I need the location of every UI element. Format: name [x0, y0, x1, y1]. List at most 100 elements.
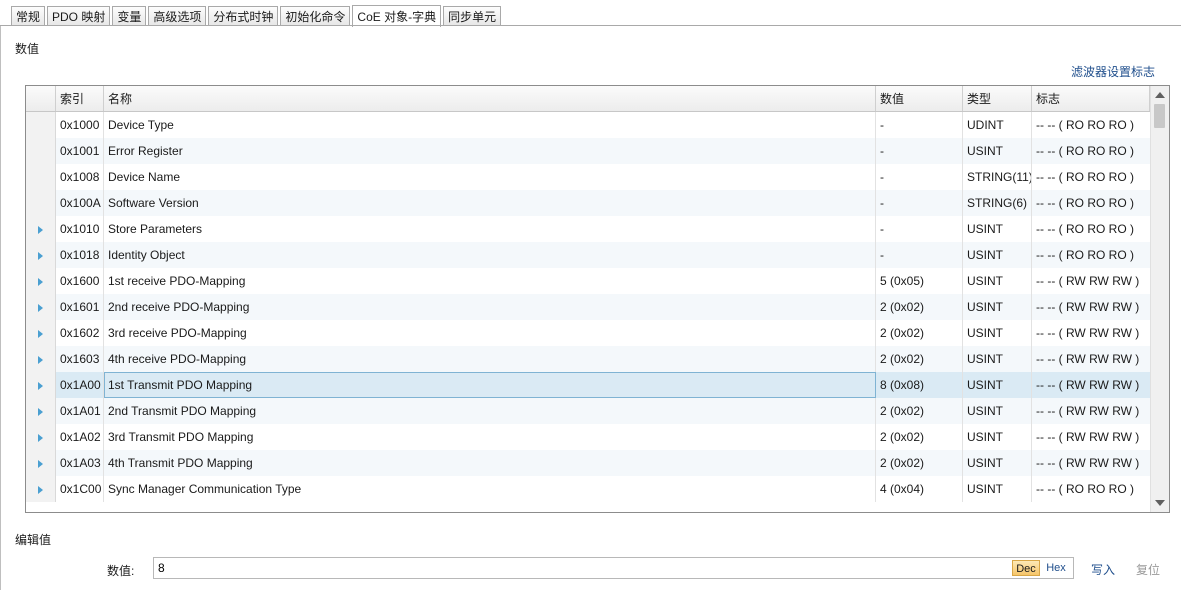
cell-index: 0x1008: [56, 164, 104, 190]
hex-toggle-button[interactable]: Hex: [1042, 560, 1070, 576]
cell-index: 0x1601: [56, 294, 104, 320]
grid-body: 索引 名称 数值 类型 标志 0x1000 Device Type - UDINT --…: [26, 86, 1150, 512]
cell-index: 0x1018: [56, 242, 104, 268]
cell-type: USINT: [963, 320, 1032, 346]
header-value[interactable]: 数值: [876, 86, 963, 111]
expand-arrow-icon[interactable]: [38, 277, 43, 286]
scroll-up-icon[interactable]: [1155, 92, 1165, 98]
cell-index: 0x1000: [56, 112, 104, 138]
expand-arrow-icon[interactable]: [38, 433, 43, 442]
cell-value: 2 (0x02): [876, 450, 963, 476]
table-row[interactable]: 0x1008 Device Name - STRING(11) -- -- ( RO R…: [26, 164, 1150, 190]
table-row[interactable]: 0x1A00 1st Transmit PDO Mapping 8 (0x08) US…: [26, 372, 1150, 398]
table-row[interactable]: 0x1001 Error Register - USINT -- -- ( RO RO …: [26, 138, 1150, 164]
table-row[interactable]: 0x1600 1st receive PDO-Mapping 5 (0x05) USI…: [26, 268, 1150, 294]
table-row[interactable]: 0x1602 3rd receive PDO-Mapping 2 (0x02) USI…: [26, 320, 1150, 346]
row-expander[interactable]: [26, 450, 56, 476]
header-index[interactable]: 索引: [56, 86, 104, 111]
tab-init-commands[interactable]: 初始化命令: [280, 6, 351, 26]
grid-header: 索引 名称 数值 类型 标志: [26, 86, 1150, 112]
header-flags[interactable]: 标志: [1032, 86, 1150, 111]
cell-name: Sync Manager Communication Type: [104, 476, 876, 502]
cell-index: 0x1602: [56, 320, 104, 346]
table-row[interactable]: 0x1A03 4th Transmit PDO Mapping 2 (0x02) US…: [26, 450, 1150, 476]
row-expander[interactable]: [26, 216, 56, 242]
tab-coe-object-dictionary[interactable]: CoE 对象-字典: [352, 5, 442, 27]
cell-type: STRING(11): [963, 164, 1032, 190]
expand-arrow-icon[interactable]: [38, 225, 43, 234]
reset-button[interactable]: 复位: [1136, 561, 1160, 578]
cell-flags: -- -- ( RO RO RO ): [1036, 482, 1134, 496]
row-expander[interactable]: [26, 346, 56, 372]
cell-value: 4 (0x04): [876, 476, 963, 502]
cell-name: Store Parameters: [104, 216, 876, 242]
expand-arrow-icon[interactable]: [38, 251, 43, 260]
edit-section-title: 编辑值: [15, 533, 52, 547]
filter-settings-link[interactable]: 滤波器设置标志: [1071, 63, 1155, 80]
header-name[interactable]: 名称: [104, 86, 876, 111]
cell-name: Error Register: [104, 138, 876, 164]
cell-name: Device Type: [104, 112, 876, 138]
cell-name: Device Name: [104, 164, 876, 190]
cell-type: UDINT: [963, 112, 1032, 138]
expand-arrow-icon[interactable]: [38, 459, 43, 468]
vertical-scrollbar[interactable]: [1150, 86, 1169, 512]
cell-name: Identity Object: [104, 242, 876, 268]
cell-type: USINT: [963, 450, 1032, 476]
row-expander[interactable]: [26, 320, 56, 346]
cell-flags: -- -- ( RO RO RO ): [1036, 248, 1134, 262]
cell-value: 2 (0x02): [876, 398, 963, 424]
row-expander: [26, 138, 56, 164]
cell-name: Software Version: [104, 190, 876, 216]
dec-toggle-button[interactable]: Dec: [1012, 560, 1040, 576]
tab-advanced[interactable]: 高级选项: [148, 6, 207, 26]
cell-flags: -- -- ( RO RO RO ): [1036, 196, 1134, 210]
row-expander[interactable]: [26, 398, 56, 424]
table-row[interactable]: 0x1A01 2nd Transmit PDO Mapping 2 (0x02) US…: [26, 398, 1150, 424]
table-row[interactable]: 0x1010 Store Parameters - USINT -- -- ( RO R…: [26, 216, 1150, 242]
scroll-thumb[interactable]: [1154, 104, 1165, 128]
tab-sync-units[interactable]: 同步单元: [443, 6, 502, 26]
cell-name: 1st Transmit PDO Mapping: [104, 372, 876, 398]
expand-arrow-icon[interactable]: [38, 303, 43, 312]
write-button[interactable]: 写入: [1091, 561, 1115, 578]
cell-value: 2 (0x02): [876, 294, 963, 320]
value-input[interactable]: [154, 558, 1002, 578]
tab-general[interactable]: 常规: [11, 6, 46, 26]
tab-variables[interactable]: 变量: [112, 6, 147, 26]
expand-arrow-icon[interactable]: [38, 407, 43, 416]
cell-flags: -- -- ( RW RW RW ): [1036, 352, 1140, 366]
row-expander[interactable]: [26, 476, 56, 502]
row-expander[interactable]: [26, 294, 56, 320]
cell-type: USINT: [963, 476, 1032, 502]
table-row[interactable]: 0x1601 2nd receive PDO-Mapping 2 (0x02) USI…: [26, 294, 1150, 320]
expand-arrow-icon[interactable]: [38, 381, 43, 390]
scroll-down-icon[interactable]: [1155, 500, 1165, 506]
table-row[interactable]: 0x1A02 3rd Transmit PDO Mapping 2 (0x02) US…: [26, 424, 1150, 450]
window-left-border: [0, 25, 1, 590]
tab-pdo-mapping[interactable]: PDO 映射: [47, 6, 111, 26]
expand-arrow-icon[interactable]: [38, 485, 43, 494]
row-expander[interactable]: [26, 372, 56, 398]
cell-flags: -- -- ( RW RW RW ): [1036, 274, 1140, 288]
row-expander[interactable]: [26, 242, 56, 268]
value-input-box: Dec Hex: [153, 557, 1074, 579]
expand-arrow-icon[interactable]: [38, 355, 43, 364]
table-row[interactable]: 0x100A Software Version - STRING(6) -- -- ( …: [26, 190, 1150, 216]
tab-distributed-clock[interactable]: 分布式时钟: [208, 6, 279, 26]
cell-value: 5 (0x05): [876, 268, 963, 294]
header-type[interactable]: 类型: [963, 86, 1032, 111]
row-expander[interactable]: [26, 268, 56, 294]
cell-name: 4th Transmit PDO Mapping: [104, 450, 876, 476]
cell-value: -: [876, 112, 963, 138]
table-row[interactable]: 0x1018 Identity Object - USINT -- -- ( RO RO…: [26, 242, 1150, 268]
cell-value: -: [876, 164, 963, 190]
row-expander[interactable]: [26, 424, 56, 450]
table-row[interactable]: 0x1C00 Sync Manager Communication Type 4 (…: [26, 476, 1150, 502]
grid-rows: 0x1000 Device Type - UDINT -- -- ( RO RO RO …: [26, 112, 1150, 502]
cell-flags: -- -- ( RO RO RO ): [1036, 118, 1134, 132]
table-row[interactable]: 0x1000 Device Type - UDINT -- -- ( RO RO RO …: [26, 112, 1150, 138]
table-row[interactable]: 0x1603 4th receive PDO-Mapping 2 (0x02) USI…: [26, 346, 1150, 372]
cell-index: 0x1A00: [56, 372, 104, 398]
expand-arrow-icon[interactable]: [38, 329, 43, 338]
